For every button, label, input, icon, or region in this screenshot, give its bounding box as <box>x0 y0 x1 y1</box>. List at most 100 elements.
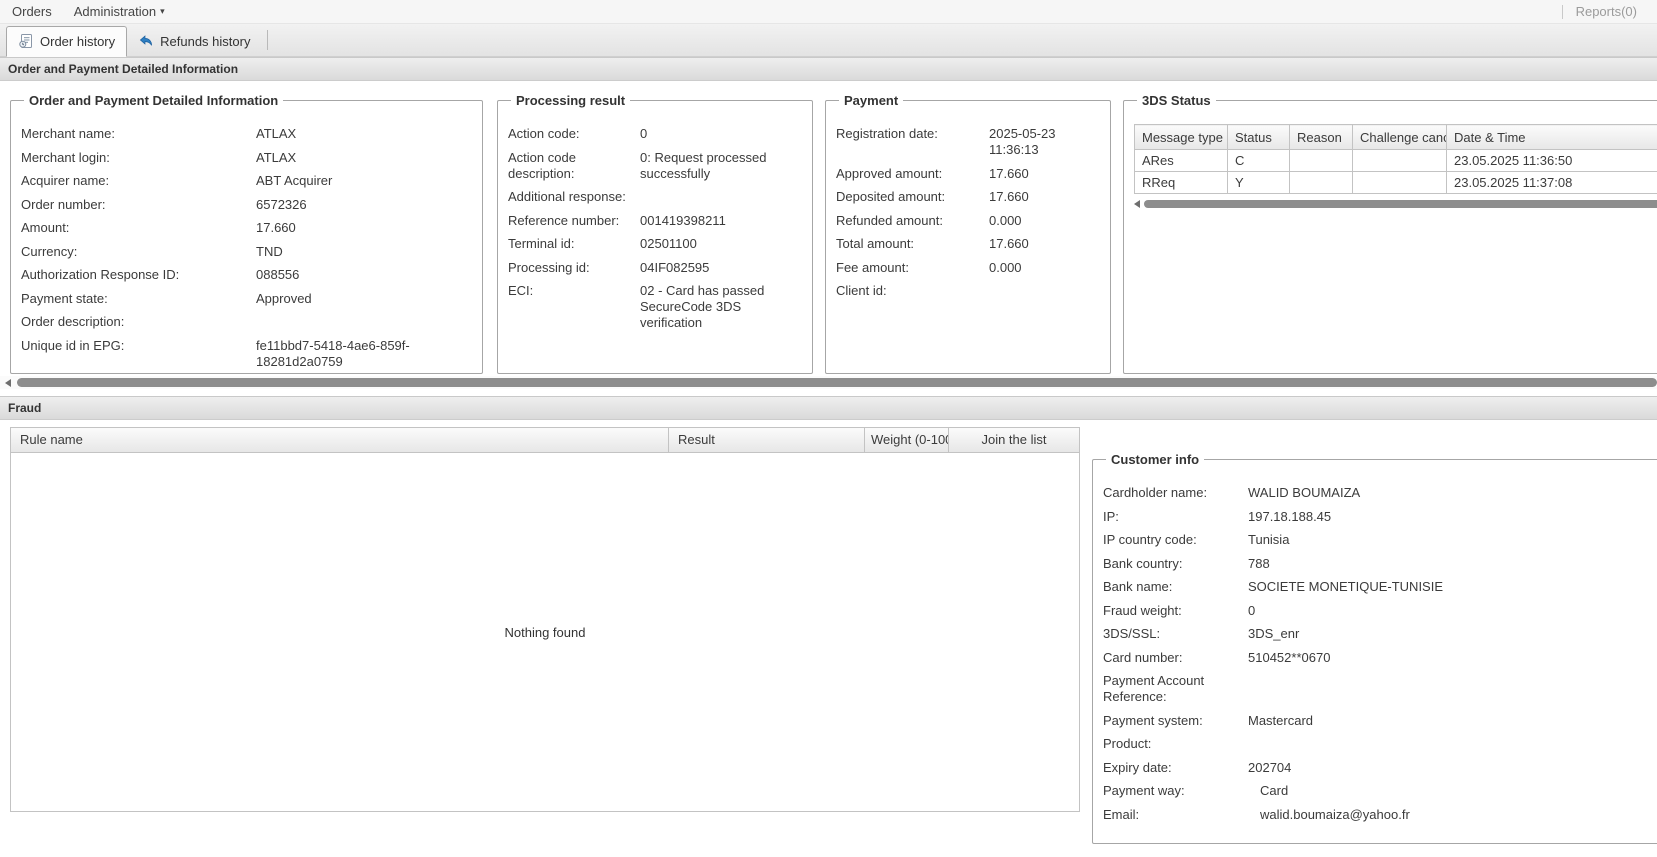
field-fraud-weight: Fraud weight:0 <box>1103 603 1657 619</box>
horizontal-scrollbar[interactable] <box>0 376 1657 389</box>
field-value: 197.18.188.45 <box>1248 509 1331 525</box>
field-expiry-date: Expiry date:202704 <box>1103 760 1657 776</box>
payment-fields: Registration date:2025-05-23 11:36:13 Ap… <box>836 126 1100 299</box>
order-details-fields: Merchant name:ATLAX Merchant login:ATLAX… <box>21 126 472 376</box>
field-value: 0 <box>1248 603 1255 619</box>
tab-order-history[interactable]: Order history <box>6 26 127 57</box>
field-label: Payment Account Reference: <box>1103 673 1248 705</box>
threeds-status-fieldset: 3DS Status Message type Status Reason Ch… <box>1123 93 1657 374</box>
field-value: WALID BOUMAIZA <box>1248 485 1360 501</box>
field-reference-number: Reference number:001419398211 <box>508 213 802 229</box>
field-value: 510452**0670 <box>1248 650 1330 666</box>
field-bank-country: Bank country:788 <box>1103 556 1657 572</box>
order-section-title: Order and Payment Detailed Information <box>8 62 238 76</box>
threeds-col-status: Status <box>1228 125 1290 150</box>
cell-status: C <box>1228 150 1290 172</box>
field-action-code-description: Action code description:0: Request proce… <box>508 150 802 182</box>
field-label: Fee amount: <box>836 260 989 276</box>
field-card-number: Card number:510452**0670 <box>1103 650 1657 666</box>
payment-fieldset: Payment Registration date:2025-05-23 11:… <box>825 93 1111 374</box>
empty-state-text: Nothing found <box>505 625 586 640</box>
field-action-code: Action code:0 <box>508 126 802 142</box>
cell-date-time: 23.05.2025 11:37:08 <box>1447 172 1657 194</box>
cell-reason <box>1290 150 1353 172</box>
field-label: Product: <box>1103 736 1248 752</box>
field-order-number: Order number:6572326 <box>21 197 472 213</box>
threeds-header-row: Message type Status Reason Challenge can… <box>1135 125 1657 150</box>
payment-legend: Payment <box>839 93 903 108</box>
cell-date-time: 23.05.2025 11:36:50 <box>1447 150 1657 172</box>
order-section-header: Order and Payment Detailed Information <box>0 57 1657 81</box>
field-value: 04IF082595 <box>640 260 802 276</box>
field-label: Approved amount: <box>836 166 989 182</box>
field-label: Additional response: <box>508 189 640 205</box>
scroll-left-icon[interactable] <box>5 379 11 387</box>
customer-info-fields: Cardholder name:WALID BOUMAIZA IP:197.18… <box>1103 485 1657 823</box>
cell-status: Y <box>1228 172 1290 194</box>
threeds-status-legend: 3DS Status <box>1137 93 1216 108</box>
order-history-icon <box>18 33 34 49</box>
field-3ds-ssl: 3DS/SSL:3DS_enr <box>1103 626 1657 642</box>
tab-refunds-history-label: Refunds history <box>160 34 250 49</box>
threeds-horizontal-scrollbar[interactable] <box>1134 197 1657 210</box>
field-label: Cardholder name: <box>1103 485 1248 501</box>
customer-info-legend: Customer info <box>1106 452 1204 467</box>
order-details-legend: Order and Payment Detailed Information <box>24 93 283 108</box>
field-label: Reference number: <box>508 213 640 229</box>
cell-message-type: RReq <box>1135 172 1228 194</box>
field-payment-system: Payment system:Mastercard <box>1103 713 1657 729</box>
field-deposited-amount: Deposited amount:17.660 <box>836 189 1100 205</box>
table-row[interactable]: RReq Y 23.05.2025 11:37:08 <box>1135 172 1657 194</box>
field-label: Processing id: <box>508 260 640 276</box>
menu-administration[interactable]: Administration ▾ <box>74 4 165 19</box>
field-ip: IP:197.18.188.45 <box>1103 509 1657 525</box>
field-additional-response: Additional response: <box>508 189 802 205</box>
threeds-col-date-time: Date & Time <box>1447 125 1657 150</box>
field-auth-response-id: Authorization Response ID:088556 <box>21 267 472 283</box>
menu-reports[interactable]: Reports(0) <box>1576 4 1637 19</box>
scrollbar-thumb[interactable] <box>1144 200 1657 208</box>
threeds-col-challenge-cancel: Challenge cancel <box>1353 125 1447 150</box>
field-value: 0: Request processed successfully <box>640 150 802 182</box>
field-payment-state: Payment state:Approved <box>21 291 472 307</box>
field-label: Action code: <box>508 126 640 142</box>
field-payment-way: Payment way:Card <box>1103 783 1657 799</box>
menu-orders[interactable]: Orders <box>12 4 52 19</box>
field-value: 088556 <box>256 267 299 283</box>
field-merchant-name: Merchant name:ATLAX <box>21 126 472 142</box>
field-label: Merchant login: <box>21 150 256 166</box>
field-fee-amount: Fee amount:0.000 <box>836 260 1100 276</box>
field-value: SOCIETE MONETIQUE-TUNISIE <box>1248 579 1443 595</box>
field-processing-id: Processing id:04IF082595 <box>508 260 802 276</box>
field-label: Order description: <box>21 314 256 330</box>
field-value: walid.boumaiza@yahoo.fr <box>1248 807 1410 823</box>
field-registration-date: Registration date:2025-05-23 11:36:13 <box>836 126 1100 158</box>
field-label: Refunded amount: <box>836 213 989 229</box>
processing-result-legend: Processing result <box>511 93 630 108</box>
fraud-section-header: Fraud <box>0 396 1657 420</box>
scrollbar-thumb[interactable] <box>17 378 1657 387</box>
field-label: Bank country: <box>1103 556 1248 572</box>
field-value: 202704 <box>1248 760 1291 776</box>
field-value: 0.000 <box>989 260 1022 276</box>
scroll-left-icon[interactable] <box>1134 200 1140 208</box>
tabbar: Order history Refunds history <box>0 24 1657 57</box>
order-section-body: Order and Payment Detailed Information M… <box>0 81 1657 376</box>
field-unique-id-epg: Unique id in EPG:fe11bbd7-5418-4ae6-859f… <box>21 338 472 370</box>
field-label: Deposited amount: <box>836 189 989 205</box>
field-value: 17.660 <box>989 166 1029 182</box>
field-value: Approved <box>256 291 312 307</box>
menu-administration-label: Administration <box>74 4 156 19</box>
refunds-history-icon <box>138 33 154 49</box>
cell-message-type: ARes <box>1135 150 1228 172</box>
field-value: ATLAX <box>256 126 296 142</box>
field-label: Terminal id: <box>508 236 640 252</box>
field-currency: Currency:TND <box>21 244 472 260</box>
tab-refunds-history[interactable]: Refunds history <box>127 27 261 56</box>
table-row[interactable]: ARes C 23.05.2025 11:36:50 <box>1135 150 1657 172</box>
field-label: Bank name: <box>1103 579 1248 595</box>
field-label: Card number: <box>1103 650 1248 666</box>
field-value: Mastercard <box>1248 713 1313 729</box>
field-label: 3DS/SSL: <box>1103 626 1248 642</box>
field-cardholder-name: Cardholder name:WALID BOUMAIZA <box>1103 485 1657 501</box>
